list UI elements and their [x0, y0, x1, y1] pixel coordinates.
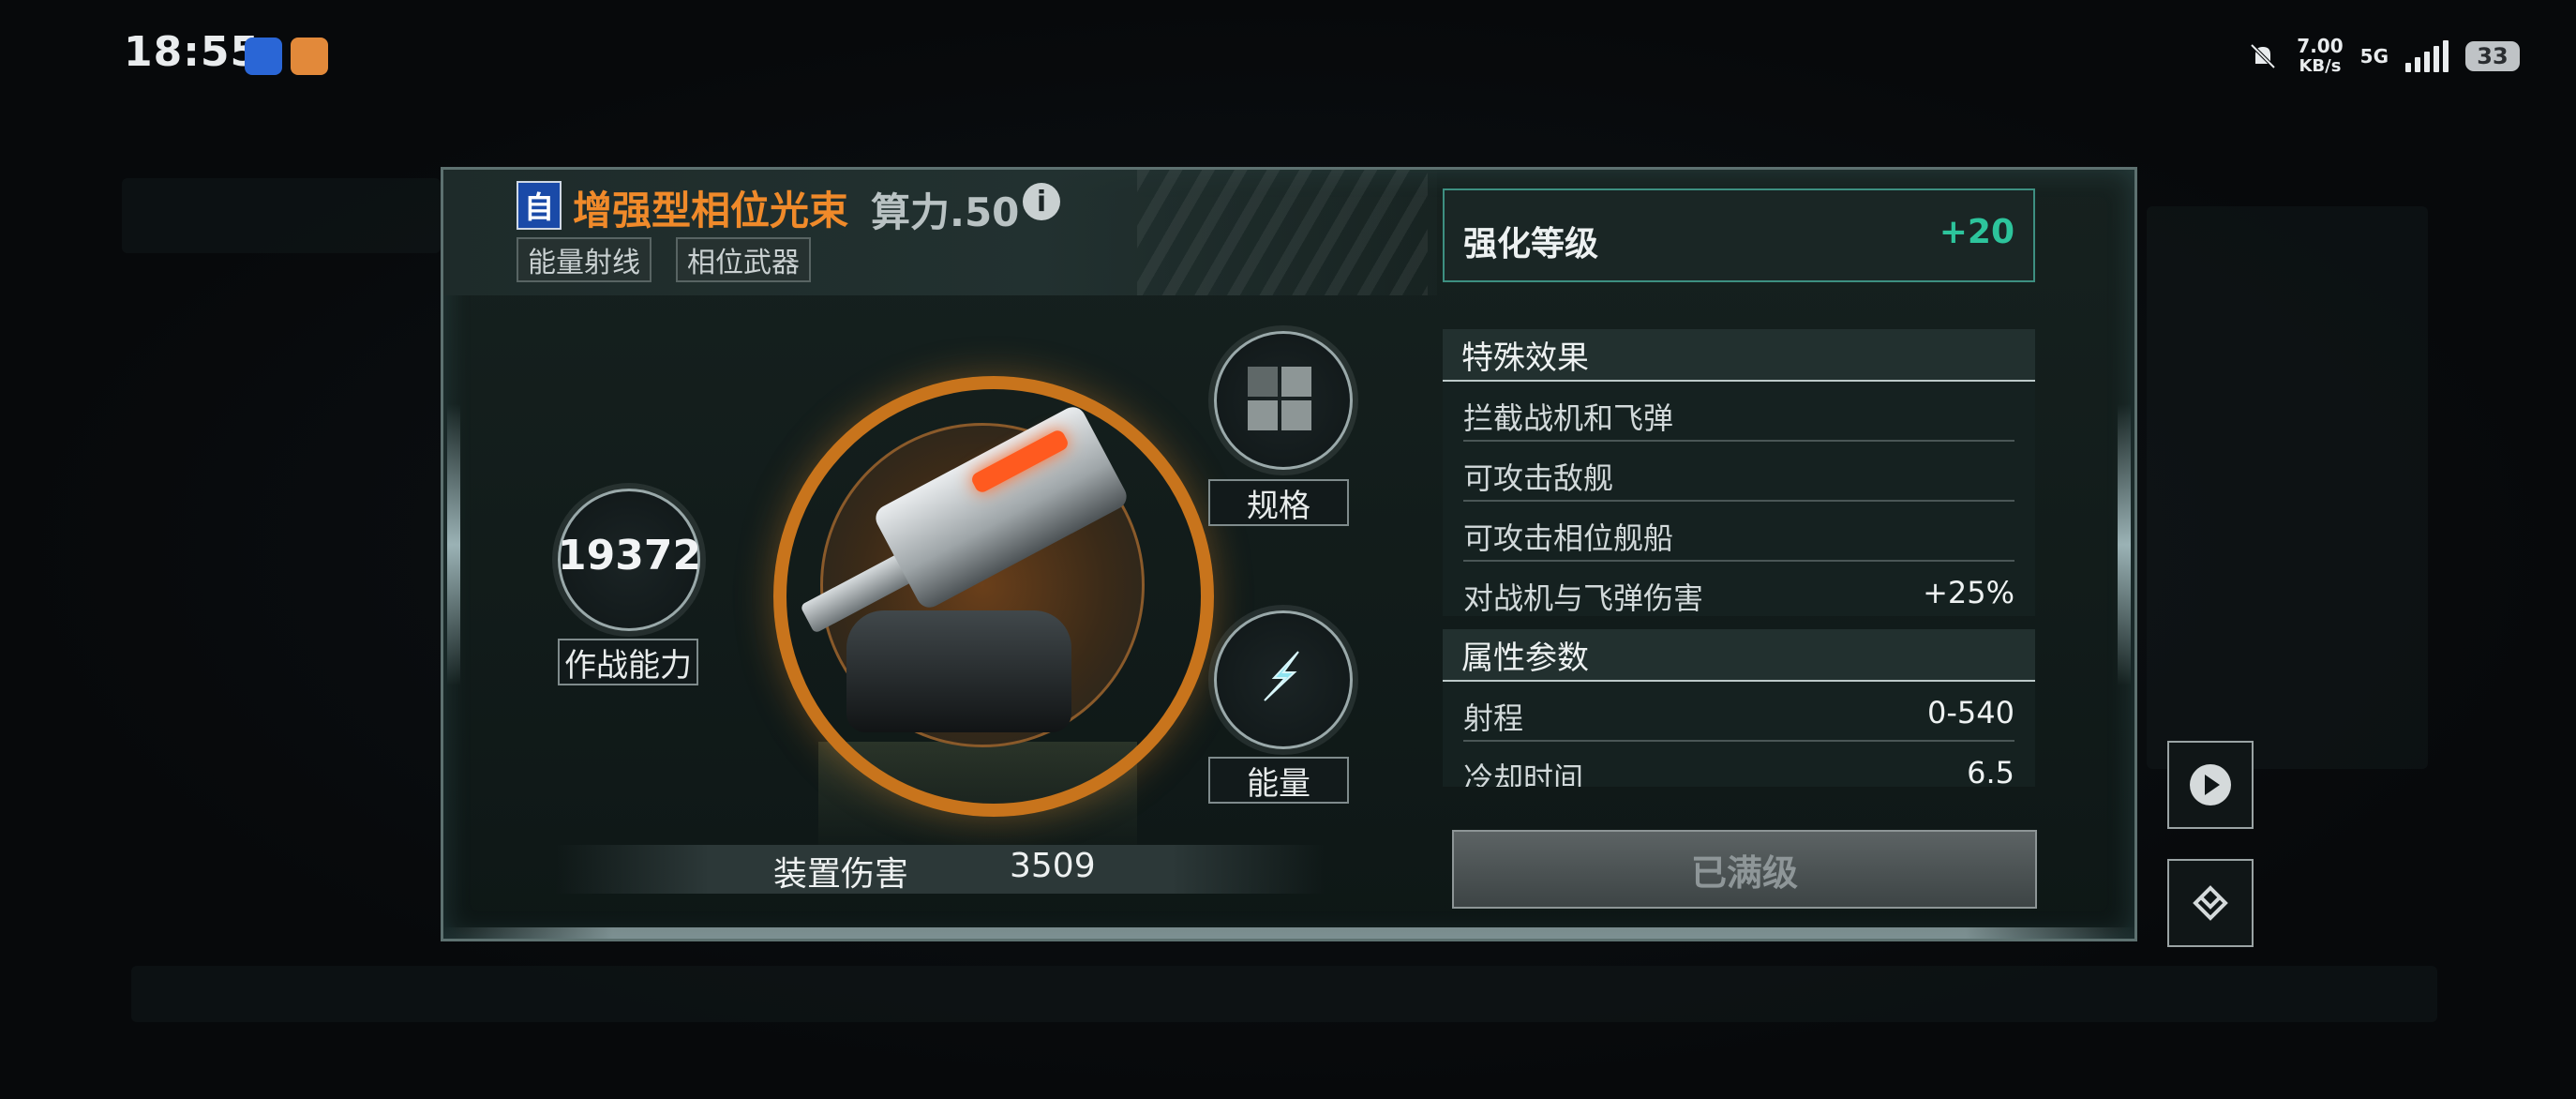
spec-label[interactable]: 规格 [1208, 479, 1349, 526]
effect-row: 对战机与飞弹伤害 +25% [1443, 562, 2035, 616]
frame-light-left [447, 404, 460, 685]
damage-label: 装置伤害 [773, 855, 909, 894]
combat-power-label: 作战能力 [558, 639, 698, 685]
spec-grid-icon [1248, 367, 1313, 432]
effect-row: 拦截战机和飞弹 [1443, 382, 2035, 442]
play-button[interactable] [2167, 741, 2254, 829]
energy-bolt-icon [1264, 651, 1299, 701]
battery-icon: 33 [2465, 41, 2520, 71]
type-tag: 自 [517, 181, 562, 230]
attributes-title: 属性参数 [1443, 629, 2035, 682]
app-blue-icon [245, 38, 282, 75]
status-icons: 7.00 KB/s 5G 33 [2246, 28, 2520, 84]
info-icon[interactable]: i [1023, 183, 1060, 220]
signal-icon [2405, 40, 2449, 72]
net-speed: 7.00 KB/s [2297, 35, 2344, 76]
enhance-value: +20 [1939, 213, 2014, 251]
compute-value: 算力.50 [871, 189, 1020, 235]
network-type: 5G [2359, 45, 2389, 68]
weapon-tag: 相位武器 [676, 237, 811, 282]
weapon-turret-base [846, 610, 1071, 732]
frame-light-right [2118, 404, 2131, 685]
attribute-row: 冷却时间 6.5 [1443, 742, 2035, 787]
blurred-panel [2147, 206, 2428, 769]
blurred-panel [122, 178, 441, 253]
status-bar: 18:55 7.00 KB/s 5G 33 [0, 0, 2576, 113]
mute-bell-icon [2250, 43, 2276, 69]
weapon-name: 增强型相位光束 [573, 188, 849, 233]
share-button[interactable] [2167, 859, 2254, 947]
energy-label[interactable]: 能量 [1208, 757, 1349, 804]
weapon-detail-dialog: 自 增强型相位光束 算力.50 i 能量射线 相位武器 19372 作战能力 规… [441, 167, 2137, 941]
enhance-level-box: 强化等级 +20 [1443, 188, 2035, 282]
play-icon [2190, 764, 2231, 805]
effect-row: 可攻击敌舰 [1443, 442, 2035, 502]
app-orange-icon [291, 38, 328, 75]
attribute-row: 射程 0-540 [1443, 682, 2035, 742]
blurred-panel [131, 966, 2437, 1022]
damage-bar [556, 845, 1325, 894]
damage-value: 3509 [1010, 847, 1096, 885]
effects-title: 特殊效果 [1443, 329, 2035, 382]
clock: 18:55 [124, 28, 261, 76]
enhance-label: 强化等级 [1463, 225, 1599, 263]
share-diamond-icon [2193, 885, 2228, 921]
header-stripes [1137, 170, 1428, 295]
combat-power-value: 19372 [558, 532, 702, 580]
weapon-tag: 能量射线 [517, 237, 651, 282]
maxed-button[interactable]: 已满级 [1452, 830, 2037, 909]
effect-row: 可攻击相位舰船 [1443, 502, 2035, 562]
